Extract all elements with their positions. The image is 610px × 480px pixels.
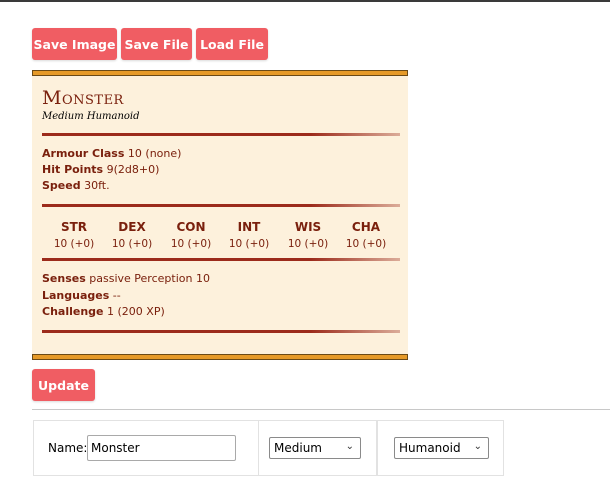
- challenge-line: Challenge 1 (200 XP): [42, 305, 165, 318]
- speed-label: Speed: [42, 179, 81, 192]
- monster-name: Monster: [42, 87, 124, 109]
- ability-score: 10 (+0): [170, 238, 212, 250]
- save-image-button[interactable]: Save Image: [32, 28, 117, 60]
- page-divider: [32, 409, 610, 410]
- stat-block: Monster Medium Humanoid Armour Class 10 …: [32, 70, 408, 360]
- monster-type-line: Medium Humanoid: [42, 111, 140, 122]
- ability-cha: CHA 10 (+0): [338, 220, 394, 250]
- stat-block-bottom-border: [32, 354, 408, 360]
- stat-block-top-border: [32, 70, 408, 76]
- ability-name: INT: [237, 220, 261, 234]
- ability-dex: DEX 10 (+0): [104, 220, 160, 250]
- type-select-value: Humanoid: [399, 441, 461, 455]
- name-label: Name:: [48, 441, 88, 455]
- ability-int: INT 10 (+0): [221, 220, 277, 250]
- armour-class-value: 10 (none): [127, 147, 182, 160]
- save-file-button[interactable]: Save File: [121, 28, 192, 60]
- ability-con: CON 10 (+0): [163, 220, 219, 250]
- ability-str: STR 10 (+0): [46, 220, 102, 250]
- chevron-down-icon: ⌄: [473, 441, 482, 452]
- ability-name: CHA: [351, 220, 381, 234]
- senses-value: passive Perception 10: [89, 272, 210, 285]
- ability-score: 10 (+0): [228, 238, 270, 250]
- hit-points-value: 9(2d8+0): [106, 163, 160, 176]
- hit-points-label: Hit Points: [42, 163, 104, 176]
- challenge-value: 1 (200 XP): [107, 305, 165, 318]
- languages-label: Languages: [42, 289, 110, 302]
- ability-name: WIS: [294, 220, 322, 234]
- type-select[interactable]: Humanoid ⌄: [394, 437, 489, 459]
- window-top-edge: [0, 0, 610, 2]
- update-button[interactable]: Update: [32, 369, 95, 401]
- ability-score: 10 (+0): [287, 238, 329, 250]
- armour-class-line: Armour Class 10 (none): [42, 147, 181, 160]
- ability-name: CON: [176, 220, 206, 234]
- load-file-button[interactable]: Load File: [196, 28, 268, 60]
- ability-score: 10 (+0): [53, 238, 95, 250]
- section-divider: [42, 330, 400, 333]
- languages-line: Languages --: [42, 289, 121, 302]
- ability-wis: WIS 10 (+0): [280, 220, 336, 250]
- armour-class-label: Armour Class: [42, 147, 125, 160]
- challenge-label: Challenge: [42, 305, 104, 318]
- size-select-value: Medium: [274, 441, 322, 455]
- section-divider: [42, 133, 400, 136]
- size-select[interactable]: Medium ⌄: [269, 437, 361, 459]
- section-divider: [42, 204, 400, 207]
- senses-line: Senses passive Perception 10: [42, 272, 210, 285]
- languages-value: --: [112, 289, 121, 302]
- ability-name: DEX: [118, 220, 146, 234]
- speed-line: Speed 30ft.: [42, 179, 110, 192]
- section-divider: [42, 258, 400, 261]
- ability-scores: STR 10 (+0) DEX 10 (+0) CON 10 (+0) INT …: [32, 220, 408, 260]
- ability-score: 10 (+0): [111, 238, 153, 250]
- hit-points-line: Hit Points 9(2d8+0): [42, 163, 159, 176]
- speed-value: 30ft.: [84, 179, 110, 192]
- ability-name: STR: [60, 220, 88, 234]
- name-input[interactable]: [87, 435, 236, 461]
- ability-score: 10 (+0): [345, 238, 387, 250]
- senses-label: Senses: [42, 272, 86, 285]
- chevron-down-icon: ⌄: [345, 441, 354, 452]
